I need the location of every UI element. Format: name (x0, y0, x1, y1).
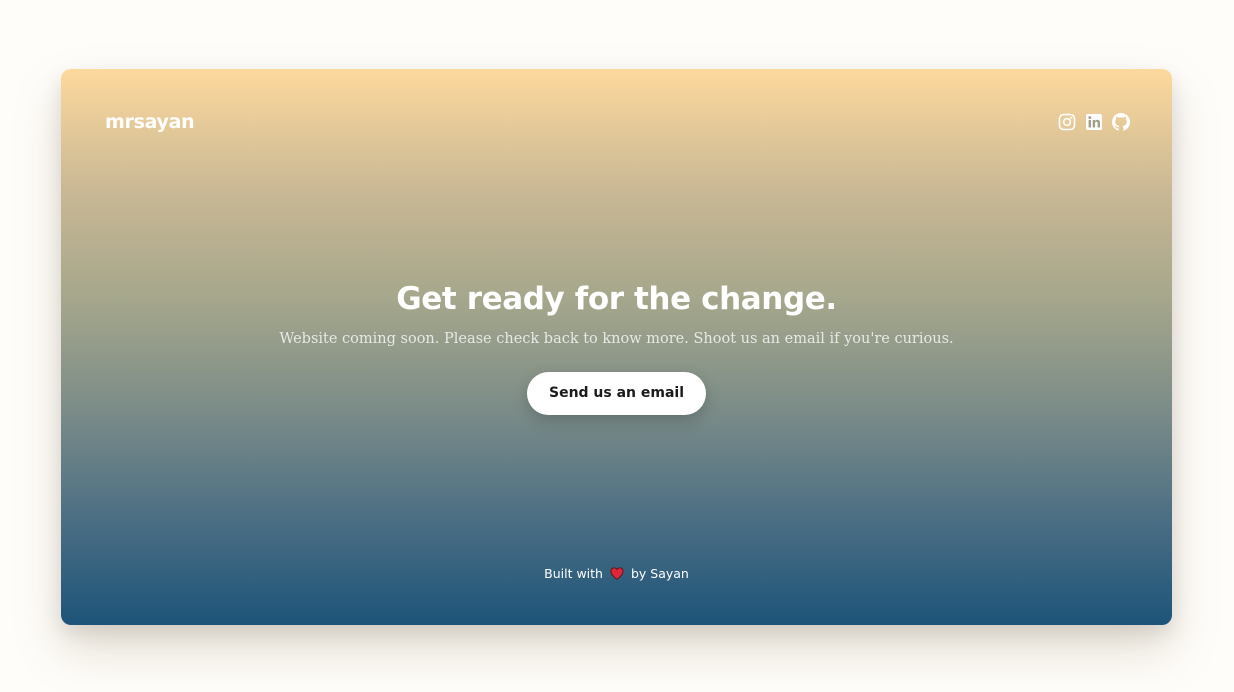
social-links (1058, 113, 1130, 131)
github-link[interactable] (1112, 113, 1130, 131)
instagram-icon (1058, 113, 1076, 131)
footer-suffix: by Sayan (630, 566, 689, 581)
hero-subtitle: Website coming soon. Please check back t… (279, 331, 954, 347)
linkedin-icon (1086, 114, 1102, 130)
landing-card: mrsayan Get ready for the change. Websit… (61, 69, 1172, 625)
footer-prefix: Built with (544, 566, 603, 581)
page-title: Get ready for the change. (396, 281, 837, 317)
heart-icon (610, 567, 624, 583)
linkedin-link[interactable] (1085, 113, 1103, 131)
footer-credit: Built with by Sayan (61, 566, 1172, 583)
send-email-button[interactable]: Send us an email (526, 372, 707, 415)
github-icon (1112, 113, 1130, 131)
hero-section: Get ready for the change. Website coming… (61, 281, 1172, 415)
instagram-link[interactable] (1058, 113, 1076, 131)
brand-logo[interactable]: mrsayan (105, 111, 195, 133)
